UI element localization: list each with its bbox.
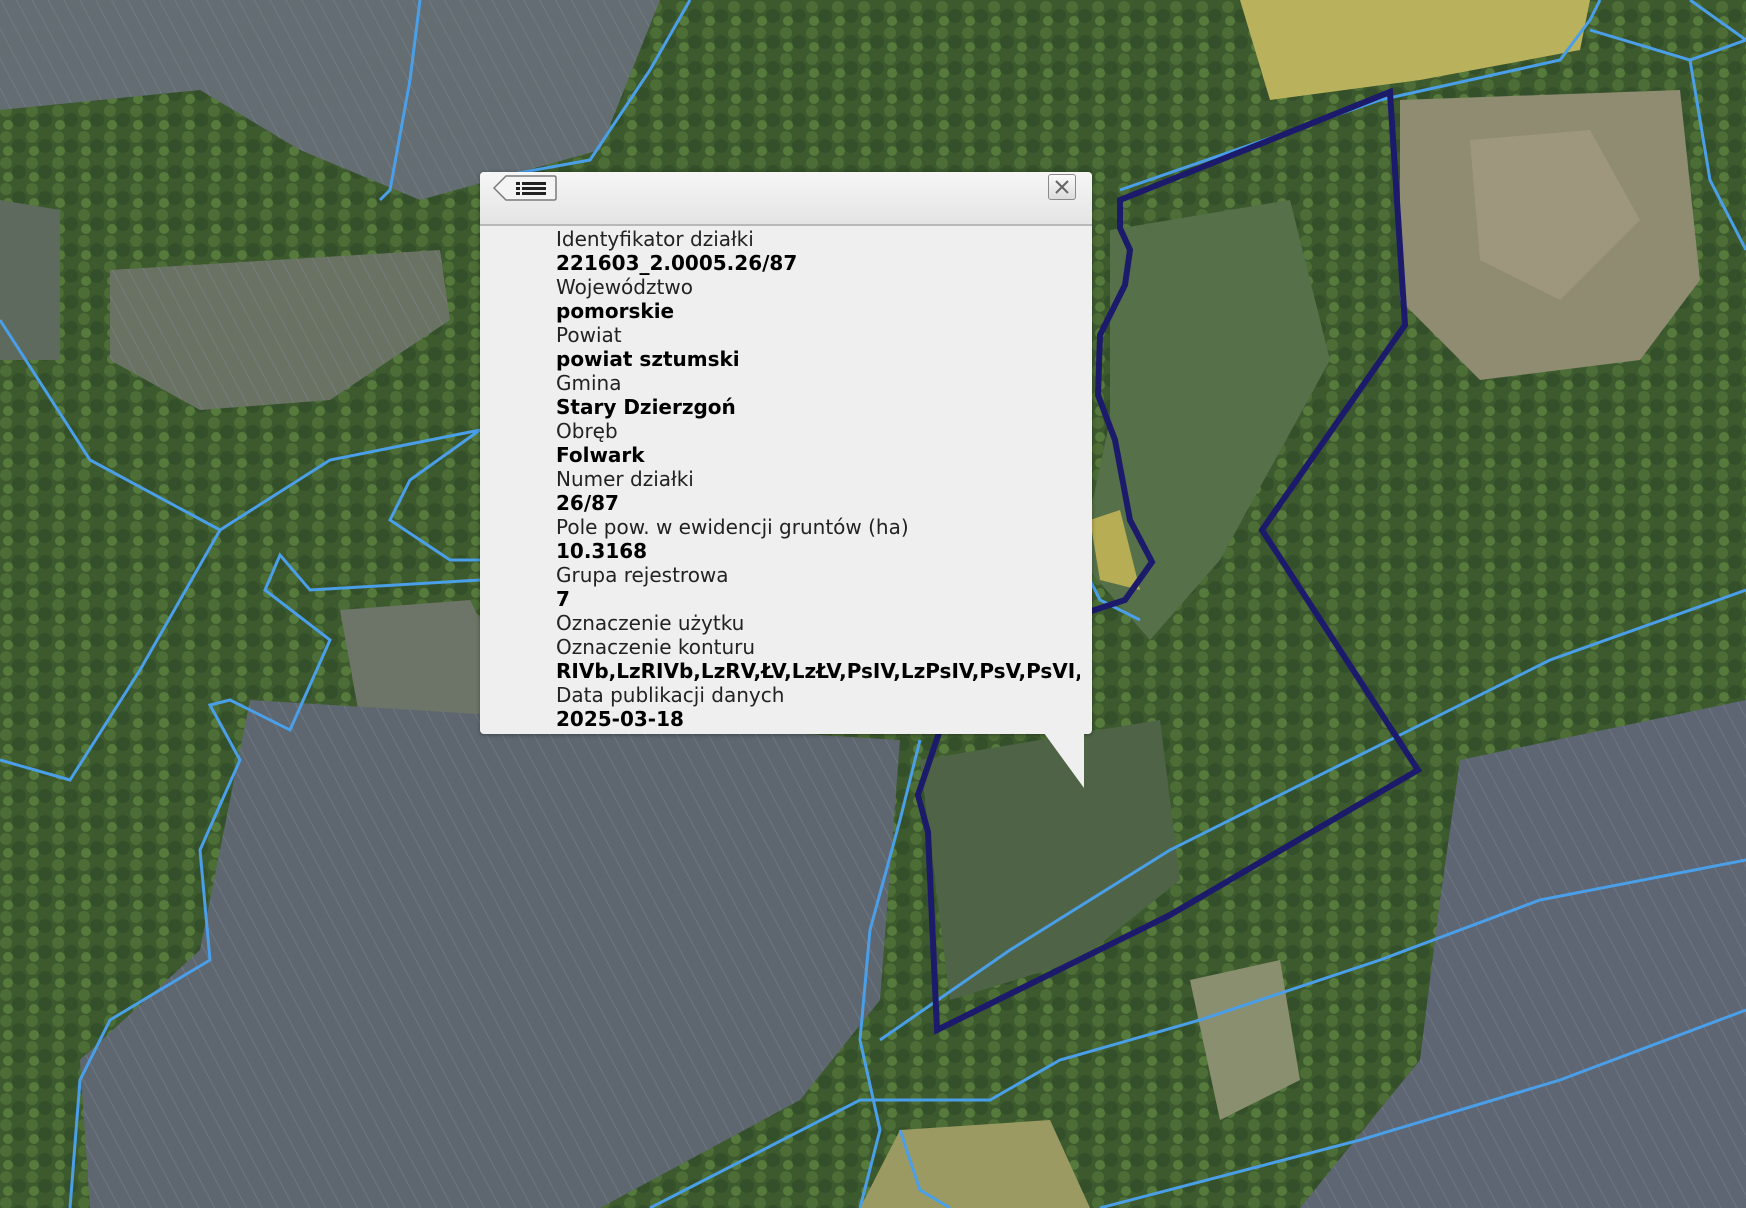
field-value-grupa-rejestrowa: 7 <box>556 587 570 611</box>
close-icon <box>1055 180 1069 194</box>
field-label-grupa-rejestrowa: Grupa rejestrowa <box>556 563 729 587</box>
field-value-powiat: powiat sztumski <box>556 347 740 371</box>
back-to-list-button[interactable] <box>492 174 558 202</box>
field-value-identyfikator: 221603_2.0005.26/87 <box>556 251 798 275</box>
field-value-data-publikacji: 2025-03-18 <box>556 707 684 731</box>
field-label-oznaczenie-uzytku: Oznaczenie użytku <box>556 611 745 635</box>
field-value-gmina: Stary Dzierzgoń <box>556 395 736 419</box>
parcel-info-popup: Identyfikator działki 221603_2.0005.26/8… <box>480 172 1092 734</box>
field-label-wojewodztwo: Województwo <box>556 275 693 299</box>
field-value-numer-dzialki: 26/87 <box>556 491 619 515</box>
field-value-oznaczenie-konturu: RIVb,LzRIVb,LzRV,ŁV,LzŁV,PsIV,LzPsIV,PsV… <box>556 659 1080 683</box>
list-back-icon <box>492 175 557 201</box>
popup-pointer <box>1044 733 1084 788</box>
field-label-pole-pow: Pole pow. w ewidencji gruntów (ha) <box>556 515 909 539</box>
close-button[interactable] <box>1048 174 1076 200</box>
parcel-attributes: Identyfikator działki 221603_2.0005.26/8… <box>556 227 1080 734</box>
field-label-identyfikator: Identyfikator działki <box>556 227 754 251</box>
field-label-obreb: Obręb <box>556 419 618 443</box>
field-value-pole-pow: 10.3168 <box>556 539 648 563</box>
field-value-obreb: Folwark <box>556 443 645 467</box>
field-label-numer-dzialki: Numer działki <box>556 467 694 491</box>
field-label-oznaczenie-konturu: Oznaczenie konturu <box>556 635 756 659</box>
field-value-wojewodztwo: pomorskie <box>556 299 675 323</box>
field-label-gmina: Gmina <box>556 371 622 395</box>
popup-header <box>480 172 1092 226</box>
field-label-powiat: Powiat <box>556 323 622 347</box>
field-label-data-publikacji: Data publikacji danych <box>556 683 785 707</box>
